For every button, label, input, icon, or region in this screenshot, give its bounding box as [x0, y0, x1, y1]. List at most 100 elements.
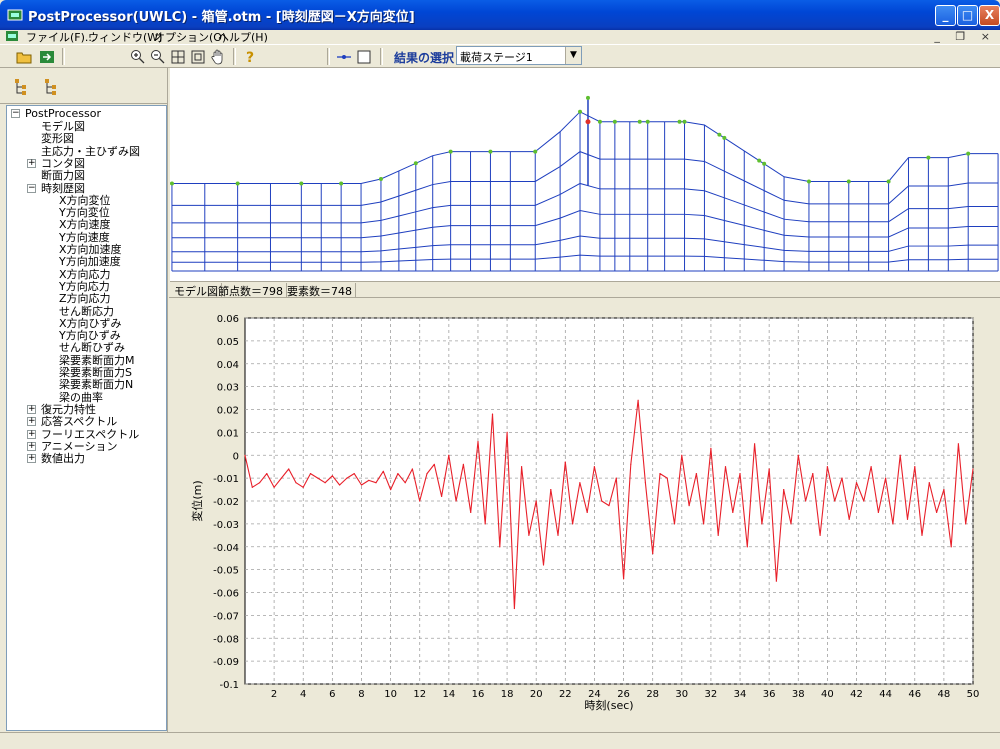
mesh-node: [806, 179, 811, 184]
export-icon[interactable]: [37, 47, 57, 66]
data-point: [724, 466, 727, 468]
data-point: [688, 505, 690, 507]
data-point: [877, 511, 880, 513]
app-icon: [7, 9, 23, 21]
menu-window[interactable]: ウィンドウ(W): [88, 29, 162, 45]
data-point: [462, 463, 464, 465]
y-tick-label: -0.08: [213, 634, 239, 645]
data-point: [797, 454, 799, 456]
tree-collapse-icon[interactable]: −: [11, 109, 20, 118]
data-point: [841, 477, 843, 479]
x-axis-label: 時刻(sec): [584, 698, 633, 712]
close-button[interactable]: X: [979, 5, 1000, 26]
maximize-button[interactable]: □: [957, 5, 978, 26]
menu-bar: ファイル(F)... ウィンドウ(W) オプション(O) ヘルプ(H) _ ❐ …: [0, 30, 1000, 44]
x-tick-label: 4: [300, 689, 306, 700]
menu-options[interactable]: オプション(O): [154, 29, 226, 45]
mesh-node: [682, 119, 687, 124]
tree-item[interactable]: 変形図: [41, 133, 74, 145]
tree-item[interactable]: 梁要素断面力M: [59, 354, 135, 367]
tree-item[interactable]: Z方向応力: [59, 293, 111, 305]
tree-expand-icon[interactable]: +: [27, 417, 36, 427]
left-panel: − PostProcessor モデル図 変形図 主応力・主ひずみ図 + コンタ図 断面力…: [0, 68, 168, 732]
data-point: [819, 534, 821, 536]
data-point: [433, 463, 435, 465]
tree-item[interactable]: 梁の曲率: [59, 391, 103, 404]
zoom-out-icon[interactable]: [148, 47, 168, 66]
data-point: [710, 447, 712, 449]
tree-item[interactable]: せん断応力: [59, 305, 114, 318]
data-point: [339, 484, 341, 486]
model-mesh-view[interactable]: [170, 68, 1000, 282]
tree-expand-icon[interactable]: +: [27, 454, 36, 464]
open-folder-icon[interactable]: [14, 47, 34, 66]
tree-item[interactable]: せん断ひずみ: [59, 342, 125, 354]
data-point: [703, 523, 705, 525]
data-point: [659, 473, 661, 475]
data-point: [928, 482, 930, 484]
tree-item[interactable]: X方向応力: [59, 268, 111, 281]
tree-expand-icon[interactable]: +: [27, 429, 36, 439]
tree-tool-2-icon[interactable]: [42, 76, 64, 98]
time-history-chart[interactable]: 0.06 0.05 0.04 0.03 0.02 0.01 0 -0.01 -0.02 -0.03…: [169, 299, 1000, 732]
tree-root[interactable]: PostProcessor: [25, 108, 101, 120]
mesh-node: [886, 179, 891, 184]
x-tick-label: 2: [271, 689, 277, 700]
tree-item[interactable]: 時刻歴図: [41, 182, 85, 195]
help-icon[interactable]: ?: [241, 47, 261, 66]
y-tick-label: -0.07: [213, 611, 239, 622]
tree-expand-icon[interactable]: +: [27, 158, 36, 168]
y-tick-label: -0.02: [213, 497, 239, 508]
tree-item[interactable]: フーリエスペクトル: [41, 428, 139, 441]
chevron-down-icon[interactable]: ▼: [565, 47, 581, 64]
menu-help[interactable]: ヘルプ(H): [218, 29, 268, 45]
tree-expand-icon[interactable]: +: [27, 441, 36, 451]
fit-icon[interactable]: [168, 47, 188, 66]
y-tick-label: -0.01: [213, 474, 239, 485]
tree-item[interactable]: アニメーション: [41, 440, 118, 453]
tree-collapse-icon[interactable]: −: [27, 183, 36, 193]
tree-item[interactable]: X方向速度: [59, 219, 111, 231]
x-tick-label: 20: [530, 689, 543, 700]
tree-item[interactable]: X方向ひずみ: [59, 317, 122, 330]
tree-tool-1-icon[interactable]: [12, 76, 34, 98]
tree-item[interactable]: 断面力図: [41, 170, 85, 182]
tree-item[interactable]: 主応力・主ひずみ図: [41, 145, 140, 158]
mesh-node: [637, 119, 642, 124]
data-point: [317, 477, 319, 479]
stage-select[interactable]: 載荷ステージ1 ▼: [456, 46, 582, 65]
data-point: [855, 482, 858, 484]
tree-item[interactable]: 応答スペクトル: [41, 416, 117, 428]
tree-item[interactable]: 梁要素断面力N: [59, 379, 133, 391]
tree-item[interactable]: 数値出力: [41, 453, 85, 465]
data-point: [681, 454, 683, 456]
pan-hand-icon[interactable]: [208, 47, 228, 66]
data-point: [470, 511, 472, 513]
toolbar-separator: [327, 48, 330, 65]
tree-expand-icon[interactable]: +: [27, 404, 36, 414]
minimize-button[interactable]: _: [935, 5, 956, 26]
mdi-window-controls[interactable]: _ ❐ ×: [934, 30, 996, 43]
x-tick-label: 50: [967, 689, 980, 700]
node-line-icon[interactable]: [334, 47, 354, 66]
frame-icon[interactable]: [188, 47, 208, 66]
node-count: 節点数＝798: [215, 283, 287, 298]
tree-item[interactable]: Y方向加速度: [59, 256, 121, 268]
zoom-in-icon[interactable]: [128, 47, 148, 66]
mesh-node: [645, 119, 650, 124]
data-point: [812, 473, 814, 475]
x-tick-label: 30: [675, 689, 688, 700]
data-point: [521, 466, 523, 468]
tree-item[interactable]: X方向変位: [59, 194, 111, 207]
mesh-row-line: [171, 210, 999, 239]
mesh-node: [578, 109, 583, 114]
result-tree: − PostProcessor モデル図 変形図 主応力・主ひずみ図 + コンタ図 断面力…: [6, 105, 167, 731]
title-bar[interactable]: PostProcessor(UWLC) - 箱管.otm - [時刻歴図－X方向…: [0, 0, 1000, 30]
tree-item[interactable]: Y方向速度: [59, 231, 110, 244]
menu-file[interactable]: ファイル(F)...: [26, 29, 95, 45]
toolbar-separator: [62, 48, 65, 65]
square-icon[interactable]: [354, 47, 374, 66]
data-point: [673, 523, 676, 525]
mesh-status-bar: モデル図 節点数＝798 要素数＝748: [169, 282, 1000, 298]
data-point: [528, 534, 530, 536]
